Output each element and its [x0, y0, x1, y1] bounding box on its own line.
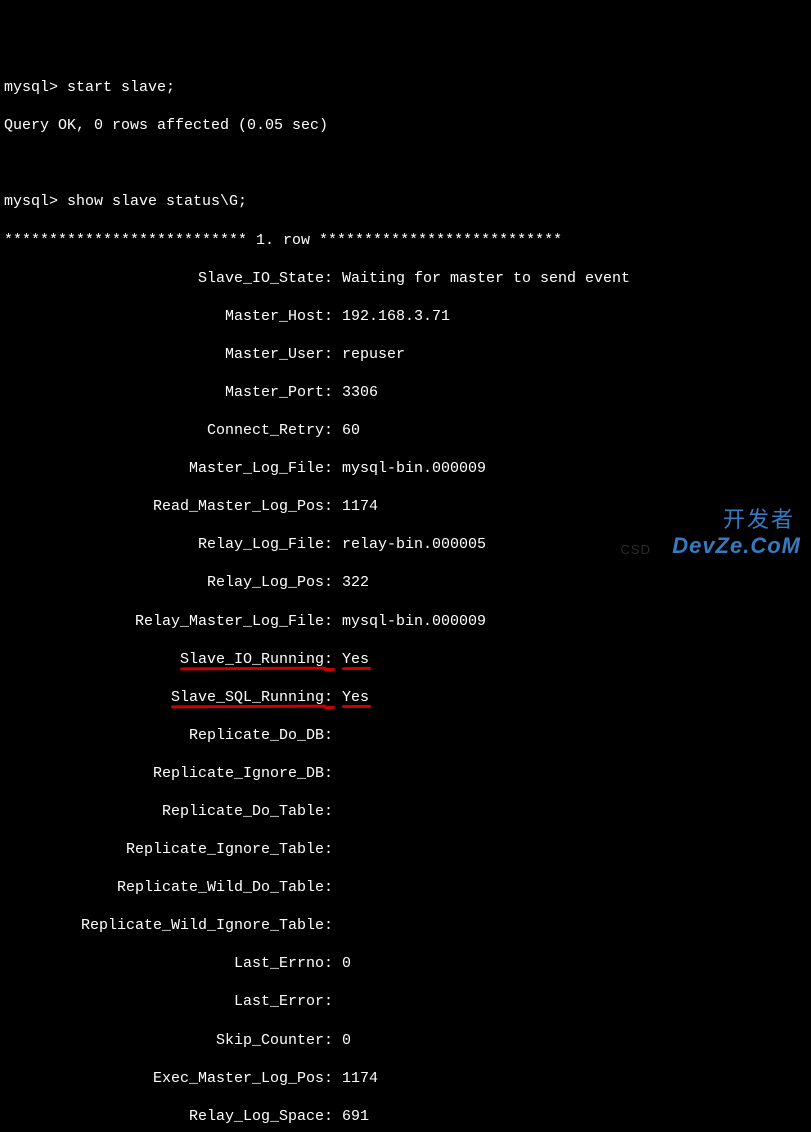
- status-label: Relay_Log_Space: [4, 1107, 324, 1126]
- status-label: Relay_Master_Log_File: [4, 612, 324, 631]
- status-value: mysql-bin.000009: [333, 612, 486, 631]
- status-value: 322: [333, 573, 369, 592]
- command-text: start slave;: [67, 79, 175, 96]
- status-value: Waiting for master to send event: [333, 269, 630, 288]
- command-result: Query OK, 0 rows affected (0.05 sec): [4, 116, 807, 135]
- status-label: Exec_Master_Log_Pos: [4, 1069, 324, 1088]
- status-value: 3306: [333, 383, 378, 402]
- status-label: Last_Error: [4, 992, 324, 1011]
- row-header: *************************** 1. row *****…: [4, 231, 807, 250]
- status-row: Replicate_Ignore_DB:: [4, 764, 807, 783]
- status-value: 1174: [333, 1069, 378, 1088]
- mysql-prompt: mysql>: [4, 79, 58, 96]
- status-value: 691: [333, 1107, 369, 1126]
- status-row: Replicate_Ignore_Table:: [4, 840, 807, 859]
- status-label: Replicate_Do_DB: [4, 726, 324, 745]
- status-row: Last_Error:: [4, 992, 807, 1011]
- status-label: Relay_Log_File: [4, 535, 324, 554]
- blank-line: [4, 154, 807, 173]
- status-value: Yes: [333, 688, 369, 707]
- status-label: Last_Errno: [4, 954, 324, 973]
- status-value: mysql-bin.000009: [333, 459, 486, 478]
- status-label: Read_Master_Log_Pos: [4, 497, 324, 516]
- status-row: Last_Errno:0: [4, 954, 807, 973]
- status-value: [333, 802, 342, 821]
- status-label: Skip_Counter: [4, 1031, 324, 1050]
- status-row: Connect_Retry:60: [4, 421, 807, 440]
- status-value: [333, 840, 342, 859]
- status-row: Master_Host:192.168.3.71: [4, 307, 807, 326]
- status-label: Relay_Log_Pos: [4, 573, 324, 592]
- status-label: Master_Host: [4, 307, 324, 326]
- status-row: Replicate_Do_DB:: [4, 726, 807, 745]
- status-value: 0: [333, 1031, 351, 1050]
- status-row: Relay_Master_Log_File:mysql-bin.000009: [4, 612, 807, 631]
- status-value: 192.168.3.71: [333, 307, 450, 326]
- status-label: Replicate_Ignore_DB: [4, 764, 324, 783]
- status-row: Relay_Log_Space:691: [4, 1107, 807, 1126]
- status-row: Exec_Master_Log_Pos:1174: [4, 1069, 807, 1088]
- status-row: Master_User:repuser: [4, 345, 807, 364]
- status-label: Slave_IO_State: [4, 269, 324, 288]
- status-label: Replicate_Wild_Do_Table: [4, 878, 324, 897]
- status-row: Relay_Log_File:relay-bin.000005: [4, 535, 807, 554]
- status-row: Skip_Counter:0: [4, 1031, 807, 1050]
- command-text: show slave status\G;: [67, 193, 247, 210]
- status-value: relay-bin.000005: [333, 535, 486, 554]
- terminal-line: mysql> show slave status\G;: [4, 192, 807, 211]
- status-label: Master_Log_File: [4, 459, 324, 478]
- status-row: Relay_Log_Pos:322: [4, 573, 807, 592]
- status-value: Yes: [333, 650, 369, 669]
- status-row: Master_Log_File:mysql-bin.000009: [4, 459, 807, 478]
- status-value: 1174: [333, 497, 378, 516]
- status-label: Connect_Retry: [4, 421, 324, 440]
- status-row: Replicate_Do_Table:: [4, 802, 807, 821]
- status-row-highlighted: Slave_SQL_Running:Yes: [4, 688, 807, 707]
- terminal-line: mysql> start slave;: [4, 78, 807, 97]
- status-value: [333, 992, 342, 1011]
- status-row-highlighted: Slave_IO_Running:Yes: [4, 650, 807, 669]
- status-label: Master_Port: [4, 383, 324, 402]
- mysql-prompt: mysql>: [4, 193, 58, 210]
- status-value: [333, 726, 342, 745]
- status-row: Master_Port:3306: [4, 383, 807, 402]
- status-label: Replicate_Wild_Ignore_Table: [4, 916, 324, 935]
- status-value: [333, 916, 342, 935]
- status-value: [333, 764, 342, 783]
- status-row: Read_Master_Log_Pos:1174: [4, 497, 807, 516]
- status-row: Replicate_Wild_Ignore_Table:: [4, 916, 807, 935]
- status-label: Replicate_Do_Table: [4, 802, 324, 821]
- status-label: Slave_SQL_Running: [4, 688, 324, 707]
- status-label: Replicate_Ignore_Table: [4, 840, 324, 859]
- status-label: Slave_IO_Running: [4, 650, 324, 669]
- status-label: Master_User: [4, 345, 324, 364]
- status-value: 60: [333, 421, 360, 440]
- status-row: Slave_IO_State:Waiting for master to sen…: [4, 269, 807, 288]
- status-row: Replicate_Wild_Do_Table:: [4, 878, 807, 897]
- status-value: [333, 878, 342, 897]
- status-value: 0: [333, 954, 351, 973]
- status-value: repuser: [333, 345, 405, 364]
